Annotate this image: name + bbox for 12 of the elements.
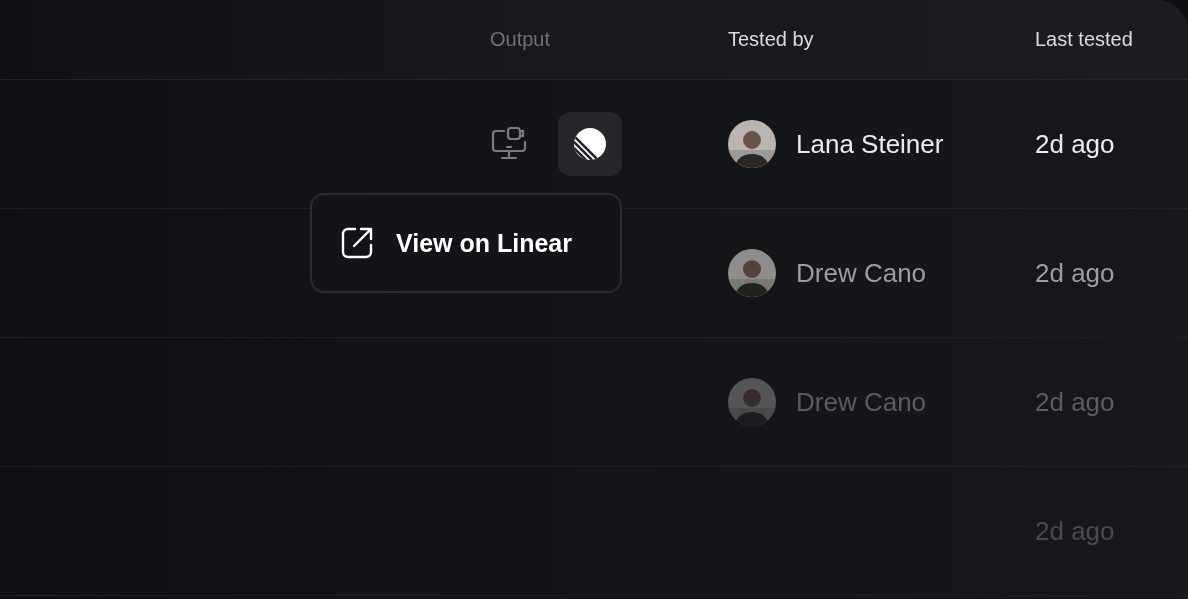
tester-name: Lana Steiner <box>796 128 944 160</box>
column-header: Tested by <box>728 28 815 51</box>
tester-name: Drew Cano <box>796 386 927 418</box>
tester-name: Drew Cano <box>796 257 927 289</box>
last-tested-time: 2d ago <box>1035 386 1115 418</box>
column-header: Last tested <box>1035 28 1134 51</box>
last-tested-time: 2d ago <box>1035 257 1115 289</box>
linear-button[interactable] <box>558 112 622 176</box>
view-on-linear-menu-item[interactable]: View on Linear <box>310 193 622 293</box>
last-tested-time: 2d ago <box>1035 128 1115 160</box>
external-link-icon <box>340 226 374 260</box>
column-header: Output <box>490 28 552 51</box>
